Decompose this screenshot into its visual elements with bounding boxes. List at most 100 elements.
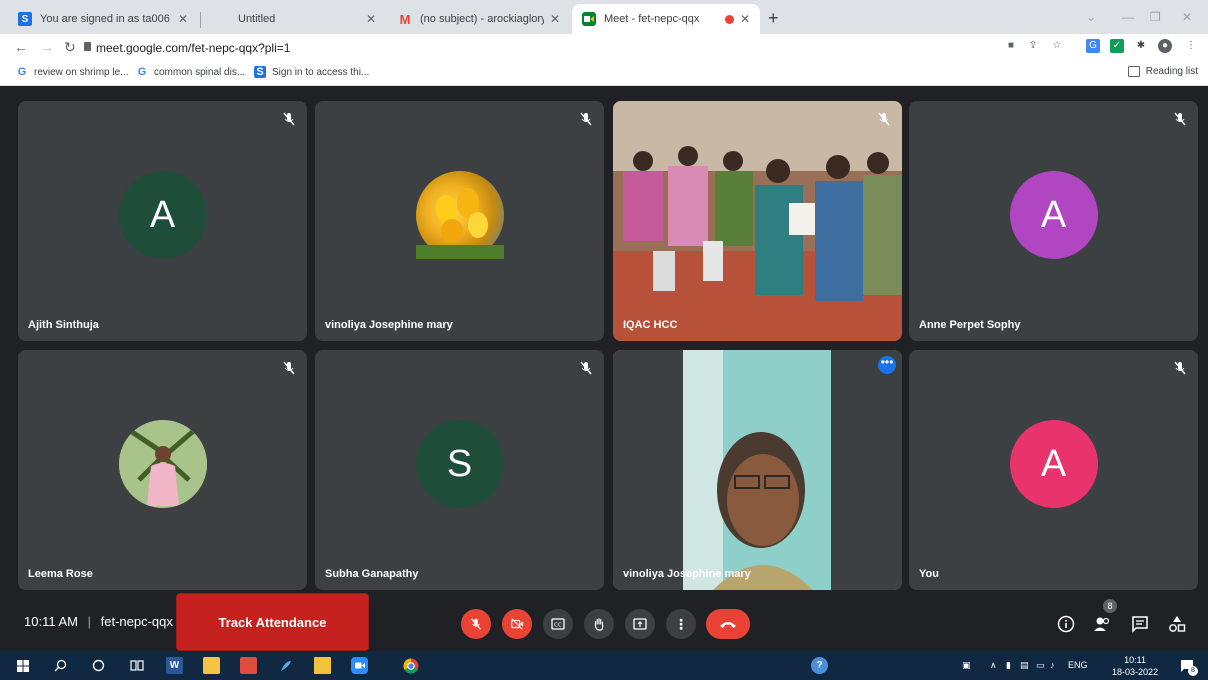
camera-toggle-button[interactable] <box>502 609 532 639</box>
participant-tile[interactable]: vinoliya Josephine mary <box>315 101 604 341</box>
mic-tray-icon[interactable]: ▮ <box>1006 660 1011 671</box>
bookmark-sign-in[interactable]: S Sign in to access thi... <box>254 66 369 78</box>
system-clock[interactable]: 10:11 18-03-2022 <box>1112 654 1158 678</box>
check-extension-icon[interactable]: ✓ <box>1110 39 1124 53</box>
reading-list-button[interactable]: Reading list <box>1127 66 1198 77</box>
extensions-puzzle-icon[interactable]: ✱ <box>1134 39 1148 53</box>
google-icon: G <box>17 66 27 78</box>
participant-tile-self[interactable]: A You <box>909 350 1198 590</box>
meet-control-bar: 10:11 AM | fet-nepc-qqx Track Attendance… <box>0 593 1208 651</box>
volume-icon[interactable]: ♪ <box>1050 660 1055 670</box>
mic-toggle-button[interactable] <box>461 609 491 639</box>
meeting-info-button[interactable] <box>1055 613 1077 635</box>
present-screen-button[interactable] <box>625 609 655 639</box>
participant-tile-speaking[interactable]: ••• vinoliya Josephine mary <box>613 350 902 590</box>
mic-off-icon <box>283 112 295 126</box>
activities-button[interactable] <box>1166 613 1188 635</box>
tab-separator <box>200 12 201 28</box>
kebab-icon: ⋮ <box>674 615 688 632</box>
search-icon[interactable] <box>52 657 69 674</box>
help-icon[interactable]: ? <box>811 657 828 674</box>
participant-tile[interactable]: S Subha Ganapathy <box>315 350 604 590</box>
tab-untitled[interactable]: Untitled ✕ <box>206 4 386 34</box>
cortana-icon[interactable] <box>90 657 107 674</box>
more-options-button[interactable]: ⋮ <box>666 609 696 639</box>
address-bar: ← → ↻ meet.google.com/fet-nepc-qqx?pli=1… <box>0 34 1208 60</box>
recording-icon <box>724 14 734 24</box>
reading-list-icon <box>1127 66 1140 77</box>
word-icon[interactable]: W <box>166 657 183 674</box>
raise-hand-button[interactable] <box>584 609 614 639</box>
participant-name: Ajith Sinthuja <box>28 319 99 331</box>
bookmark-label: Sign in to access thi... <box>272 66 370 78</box>
windows-taskbar: W ? ▣ ∧ ▮ ▤ ▭ ♪ ENG 10:11 18-03-2022 8 <box>0 651 1208 680</box>
participant-count-badge: 8 <box>1103 599 1117 613</box>
track-attendance-button[interactable]: Track Attendance <box>176 593 369 651</box>
chat-button[interactable] <box>1129 613 1151 635</box>
bookmark-label: common spinal dis... <box>154 66 246 78</box>
tab-title: You are signed in as ta006 <box>40 13 170 25</box>
notification-center-icon[interactable]: 8 <box>1178 657 1198 676</box>
more-options-icon[interactable]: ••• <box>878 356 896 374</box>
svg-text:CC: CC <box>554 623 562 629</box>
meet-icon <box>582 12 596 26</box>
url-field[interactable]: meet.google.com/fet-nepc-qqx?pli=1 <box>96 41 290 55</box>
close-icon[interactable]: ✕ <box>366 12 376 26</box>
avatar: A <box>118 171 207 259</box>
keyboard-icon[interactable]: ▣ <box>962 660 971 671</box>
tab-meet[interactable]: Meet - fet-nepc-qqx ✕ <box>572 4 760 34</box>
participant-tile[interactable]: Leema Rose <box>18 350 307 590</box>
task-view-icon[interactable] <box>128 657 145 674</box>
captions-button[interactable]: CC <box>543 609 573 639</box>
participant-tile[interactable]: A Anne Perpet Sophy <box>909 101 1198 341</box>
browser-tab-strip: S You are signed in as ta006 ✕ Untitled … <box>0 0 1208 34</box>
language-indicator[interactable]: ENG <box>1068 660 1088 670</box>
participant-tile[interactable]: IQAC HCC <box>613 101 902 341</box>
new-tab-button[interactable]: + <box>768 8 779 29</box>
gmail-icon: M <box>399 11 411 27</box>
hand-icon <box>594 618 604 631</box>
zoom-icon[interactable] <box>351 657 368 674</box>
participant-tile[interactable]: A Ajith Sinthuja <box>18 101 307 341</box>
participant-name: vinoliya Josephine mary <box>623 568 751 580</box>
close-icon[interactable]: ✕ <box>178 12 188 26</box>
audience-video-feed <box>613 101 902 341</box>
feather-app-icon[interactable] <box>277 657 294 674</box>
display-icon[interactable]: ▤ <box>1020 660 1029 671</box>
tray-expand-icon[interactable]: ∧ <box>990 660 997 671</box>
leave-call-button[interactable] <box>706 609 750 639</box>
meet-video-grid: A Ajith Sinthuja vinoliya Josephine mary <box>0 87 1208 593</box>
tab-signed-in[interactable]: S You are signed in as ta006 ✕ <box>8 4 198 34</box>
avatar: A <box>1009 420 1098 508</box>
tab-title: Meet - fet-nepc-qqx <box>604 13 700 25</box>
share-icon[interactable]: ⇪ <box>1026 39 1040 53</box>
camera-in-use-icon[interactable]: ■ <box>1004 39 1018 53</box>
avatar <box>118 420 207 508</box>
back-icon[interactable]: ← <box>14 39 28 55</box>
bookmark-spinal[interactable]: G common spinal dis... <box>136 66 245 78</box>
tab-search-icon[interactable]: ⌄ <box>1086 10 1096 24</box>
forward-icon[interactable]: → <box>40 39 54 55</box>
close-icon[interactable]: ✕ <box>550 12 560 26</box>
restore-icon[interactable]: ❐ <box>1150 10 1161 24</box>
translate-extension-icon[interactable]: G <box>1086 39 1100 53</box>
menu-kebab-icon[interactable]: ⋮ <box>1184 39 1198 53</box>
bookmark-shrimp[interactable]: G review on shrimp le... <box>16 66 129 78</box>
tab-gmail[interactable]: M (no subject) - arockiaglory@holy ✕ <box>388 4 570 34</box>
profile-avatar[interactable]: ● <box>1158 39 1172 53</box>
mic-off-icon <box>1174 112 1186 126</box>
mic-off-icon <box>580 112 592 126</box>
chrome-icon[interactable] <box>402 657 419 674</box>
close-icon[interactable]: ✕ <box>740 12 750 26</box>
reload-icon[interactable]: ↻ <box>64 39 76 56</box>
bookmark-star-icon[interactable]: ☆ <box>1050 39 1064 53</box>
app-icon[interactable] <box>240 657 257 674</box>
tulips-photo <box>415 188 504 259</box>
windows-start-icon[interactable] <box>14 657 31 674</box>
window-close-icon[interactable]: ✕ <box>1182 10 1192 24</box>
people-button[interactable] <box>1091 613 1113 635</box>
store-icon[interactable] <box>203 657 220 674</box>
file-explorer-icon[interactable] <box>314 657 331 674</box>
battery-icon[interactable]: ▭ <box>1036 660 1045 671</box>
minimize-icon[interactable]: — <box>1122 10 1134 24</box>
